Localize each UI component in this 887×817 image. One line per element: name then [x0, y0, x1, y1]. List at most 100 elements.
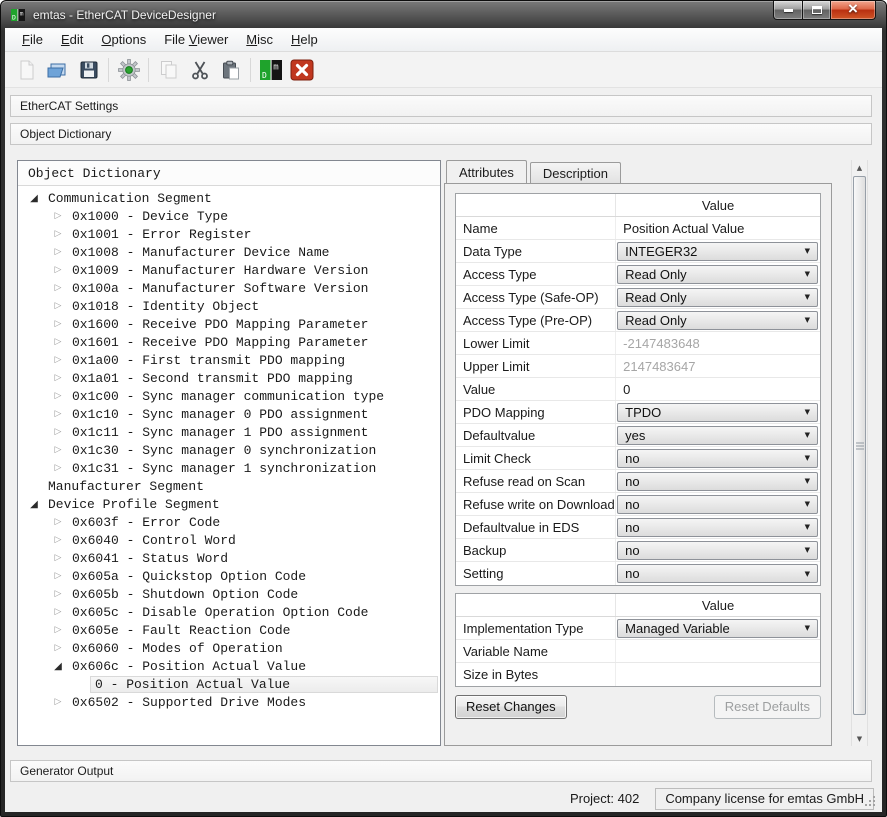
- tree-item[interactable]: ▷0x6040 - Control Word: [18, 531, 440, 549]
- section-generator-output[interactable]: Generator Output: [10, 760, 872, 782]
- expand-icon[interactable]: ▷: [50, 373, 66, 383]
- expand-icon[interactable]: ▷: [50, 553, 66, 563]
- expand-icon[interactable]: ▷: [50, 409, 66, 419]
- attribute-value[interactable]: 0: [616, 382, 630, 397]
- expand-icon[interactable]: ▷: [50, 517, 66, 527]
- expand-icon[interactable]: ▷: [50, 571, 66, 581]
- scrollbar-thumb[interactable]: [853, 176, 866, 715]
- open-button[interactable]: [42, 55, 73, 85]
- tree-item[interactable]: ▷0x605c - Disable Operation Option Code: [18, 603, 440, 621]
- expand-icon[interactable]: ▷: [50, 427, 66, 437]
- tree-item[interactable]: ▷0x100a - Manufacturer Software Version: [18, 279, 440, 297]
- data-type-dropdown[interactable]: INTEGER32▼: [617, 242, 818, 261]
- expand-icon[interactable]: ▷: [50, 229, 66, 239]
- tree-item[interactable]: ▷0x605e - Fault Reaction Code: [18, 621, 440, 639]
- exit-button[interactable]: [286, 55, 317, 85]
- tree-item[interactable]: ▷0x6041 - Status Word: [18, 549, 440, 567]
- section-ethercat-settings[interactable]: EtherCAT Settings: [10, 95, 872, 117]
- implementation-type-dropdown[interactable]: Managed Variable▼: [617, 619, 818, 638]
- expand-icon[interactable]: ▷: [50, 391, 66, 401]
- minimize-button[interactable]: [773, 1, 803, 20]
- scroll-up-icon[interactable]: [852, 160, 867, 175]
- tree-item[interactable]: ▷0x6060 - Modes of Operation: [18, 639, 440, 657]
- tree-item[interactable]: ▷0x1018 - Identity Object: [18, 297, 440, 315]
- tree-item[interactable]: ▷0x603f - Error Code: [18, 513, 440, 531]
- close-button[interactable]: [830, 1, 876, 20]
- tree-item[interactable]: ▷0x1c30 - Sync manager 0 synchronization: [18, 441, 440, 459]
- expand-icon[interactable]: ▷: [50, 463, 66, 473]
- tree-item[interactable]: ▷0x1c11 - Sync manager 1 PDO assignment: [18, 423, 440, 441]
- expand-icon[interactable]: ▷: [50, 319, 66, 329]
- tree-item[interactable]: ◢Communication Segment: [18, 189, 440, 207]
- expand-icon[interactable]: ▷: [50, 337, 66, 347]
- maximize-button[interactable]: [802, 1, 831, 20]
- menu-help[interactable]: Help: [282, 29, 327, 50]
- vertical-scrollbar[interactable]: [851, 160, 868, 746]
- expand-icon[interactable]: ▷: [50, 625, 66, 635]
- reset-changes-button[interactable]: Reset Changes: [455, 695, 567, 719]
- expand-icon[interactable]: ▷: [50, 301, 66, 311]
- settings-button[interactable]: [113, 55, 144, 85]
- expand-icon[interactable]: ▷: [50, 355, 66, 365]
- defaultvalue-dropdown[interactable]: yes▼: [617, 426, 818, 445]
- access-type-pre-op-dropdown[interactable]: Read Only▼: [617, 311, 818, 330]
- tree-item[interactable]: 0 - Position Actual Value: [18, 675, 440, 693]
- expand-icon[interactable]: ▷: [50, 589, 66, 599]
- expand-icon[interactable]: ▷: [50, 283, 66, 293]
- collapse-icon[interactable]: ◢: [26, 499, 42, 510]
- cut-button[interactable]: [184, 55, 215, 85]
- tree-item[interactable]: ▷0x1008 - Manufacturer Device Name: [18, 243, 440, 261]
- expand-icon[interactable]: ▷: [50, 247, 66, 257]
- defaultvalue-in-eds-dropdown[interactable]: no▼: [617, 518, 818, 537]
- menu-file-viewer[interactable]: File Viewer: [155, 29, 237, 50]
- access-type-safe-op-dropdown[interactable]: Read Only▼: [617, 288, 818, 307]
- tree-item[interactable]: ▷0x6502 - Supported Drive Modes: [18, 693, 440, 711]
- expand-icon[interactable]: ▷: [50, 211, 66, 221]
- collapse-icon[interactable]: ◢: [26, 193, 42, 204]
- tree-item[interactable]: Manufacturer Segment: [18, 477, 440, 495]
- tree-item[interactable]: ▷0x1c31 - Sync manager 1 synchronization: [18, 459, 440, 477]
- setting-dropdown[interactable]: no▼: [617, 564, 818, 583]
- devicedesigner-logo-button[interactable]: Dm: [255, 55, 286, 85]
- scroll-down-icon[interactable]: [852, 731, 867, 746]
- tree-item[interactable]: ▷0x1600 - Receive PDO Mapping Parameter: [18, 315, 440, 333]
- expand-icon[interactable]: ▷: [50, 643, 66, 653]
- tree-item[interactable]: ▷0x1a01 - Second transmit PDO mapping: [18, 369, 440, 387]
- tree-item[interactable]: ◢Device Profile Segment: [18, 495, 440, 513]
- tree-item[interactable]: ▷0x1009 - Manufacturer Hardware Version: [18, 261, 440, 279]
- paste-button[interactable]: [215, 55, 246, 85]
- menu-file[interactable]: File: [13, 29, 52, 50]
- expand-icon[interactable]: ▷: [50, 445, 66, 455]
- expand-icon[interactable]: ▷: [50, 535, 66, 545]
- expand-icon[interactable]: ▷: [50, 607, 66, 617]
- pdo-mapping-dropdown[interactable]: TPDO▼: [617, 403, 818, 422]
- tree-item[interactable]: ▷0x1a00 - First transmit PDO mapping: [18, 351, 440, 369]
- section-object-dictionary[interactable]: Object Dictionary: [10, 123, 872, 145]
- attribute-value[interactable]: Position Actual Value: [616, 221, 744, 236]
- titlebar[interactable]: D m emtas - EtherCAT DeviceDesigner: [5, 1, 882, 28]
- menu-options[interactable]: Options: [92, 29, 155, 50]
- tree-item[interactable]: ◢0x606c - Position Actual Value: [18, 657, 440, 675]
- open-icon: [46, 59, 70, 81]
- collapse-icon[interactable]: ◢: [50, 661, 66, 672]
- refuse-read-on-scan-dropdown[interactable]: no▼: [617, 472, 818, 491]
- tree-item[interactable]: ▷0x1001 - Error Register: [18, 225, 440, 243]
- access-type-dropdown[interactable]: Read Only▼: [617, 265, 818, 284]
- tree-item[interactable]: ▷0x605a - Quickstop Option Code: [18, 567, 440, 585]
- tree-item[interactable]: ▷0x1601 - Receive PDO Mapping Parameter: [18, 333, 440, 351]
- tree-item[interactable]: ▷0x1c00 - Sync manager communication typ…: [18, 387, 440, 405]
- expand-icon[interactable]: ▷: [50, 697, 66, 707]
- limit-check-dropdown[interactable]: no▼: [617, 449, 818, 468]
- backup-dropdown[interactable]: no▼: [617, 541, 818, 560]
- save-button[interactable]: [73, 55, 104, 85]
- resize-grip[interactable]: [865, 796, 877, 808]
- menu-edit[interactable]: Edit: [52, 29, 92, 50]
- tab-description[interactable]: Description: [530, 162, 621, 183]
- tree-item[interactable]: ▷0x1000 - Device Type: [18, 207, 440, 225]
- menu-misc[interactable]: Misc: [237, 29, 282, 50]
- tree-item[interactable]: ▷0x1c10 - Sync manager 0 PDO assignment: [18, 405, 440, 423]
- tab-attributes[interactable]: Attributes: [446, 160, 527, 183]
- refuse-write-on-download-dropdown[interactable]: no▼: [617, 495, 818, 514]
- tree-item[interactable]: ▷0x605b - Shutdown Option Code: [18, 585, 440, 603]
- expand-icon[interactable]: ▷: [50, 265, 66, 275]
